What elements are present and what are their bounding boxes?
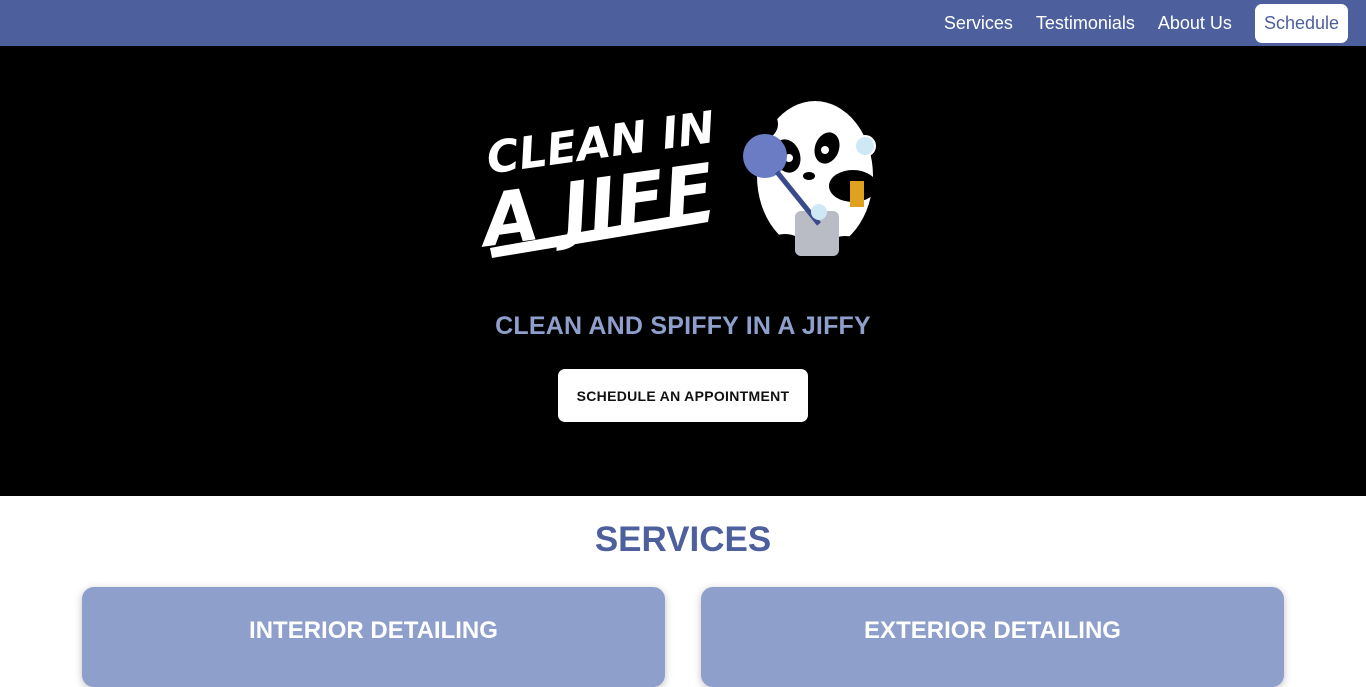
nav-schedule-button[interactable]: Schedule (1254, 3, 1348, 43)
hero-section: CLEAN IN A JIFF CLEAN AND SPIFFY IN A JI… (0, 46, 1366, 496)
top-navbar: Services Testimonials About Us Schedule (0, 0, 1366, 46)
schedule-appointment-button[interactable]: SCHEDULE AN APPOINTMENT (558, 369, 808, 422)
nav-link-testimonials[interactable]: Testimonials (1036, 13, 1135, 34)
logo-wordmark: CLEAN IN A JIFF (480, 102, 719, 258)
nav-link-about-us[interactable]: About Us (1158, 13, 1232, 34)
service-card-title: EXTERIOR DETAILING (864, 617, 1121, 644)
brand-logo: CLEAN IN A JIFF (480, 76, 890, 266)
hero-tagline: CLEAN AND SPIFFY IN A JIFFY (495, 312, 871, 340)
service-card-interior[interactable]: INTERIOR DETAILING (82, 587, 665, 687)
service-card-exterior[interactable]: EXTERIOR DETAILING (701, 587, 1284, 687)
services-heading: SERVICES (594, 520, 772, 559)
panda-mascot-icon (743, 82, 877, 260)
nav-link-services[interactable]: Services (944, 13, 1013, 34)
service-card-title: INTERIOR DETAILING (249, 617, 498, 644)
